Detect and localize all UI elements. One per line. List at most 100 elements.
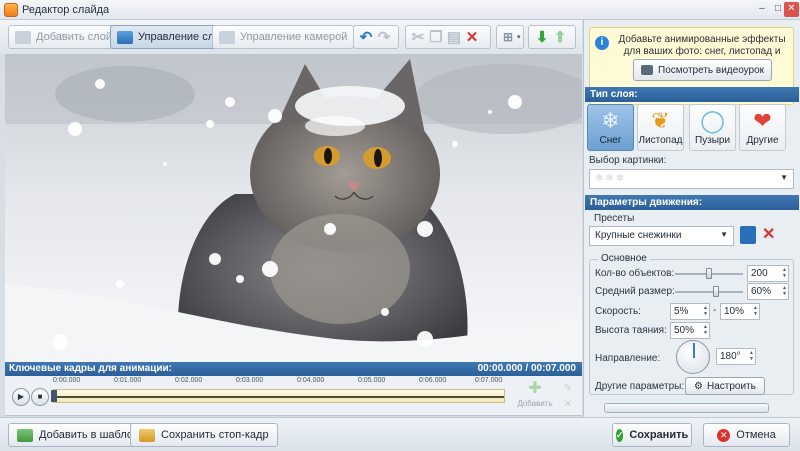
- basic-settings-group: Основное Кол-во объектов: 200 ▲ ▼ Средний…: [589, 253, 794, 395]
- play-icon[interactable]: ▶: [12, 388, 30, 406]
- cut-icon[interactable]: ✂: [409, 26, 427, 48]
- keyframe-track[interactable]: [51, 389, 505, 403]
- save-preset-icon[interactable]: [740, 226, 756, 244]
- preset-value: Крупные снежинки: [595, 230, 682, 241]
- picture-select[interactable]: ❄❄❄ ▼: [589, 169, 794, 189]
- speed-label: Скорость:: [595, 306, 641, 317]
- spinner-arrows-icon[interactable]: ▲ ▼: [782, 285, 787, 297]
- spinner-arrows-icon[interactable]: ▲ ▼: [703, 305, 708, 317]
- stop-icon[interactable]: ■: [31, 388, 49, 406]
- count-label: Кол-во объектов:: [595, 268, 675, 279]
- preset-select[interactable]: Крупные снежинки ▼: [589, 226, 734, 246]
- cancel-label: Отмена: [736, 429, 776, 441]
- tick-label: 0:03.000: [236, 377, 264, 384]
- size-value: 60%: [751, 286, 772, 297]
- tick-label: 0:00.000: [53, 377, 81, 384]
- tick-label: 0:02.000: [175, 377, 203, 384]
- snowflake-preview-icon: ❄❄❄: [595, 173, 627, 184]
- spinner-arrows-icon[interactable]: ▲ ▼: [703, 324, 708, 336]
- edit-keyframe-icon[interactable]: ✎: [561, 383, 575, 396]
- close-window-button[interactable]: ✕: [784, 2, 799, 17]
- tab-camera[interactable]: Управление камерой: [212, 25, 355, 49]
- save-frame-icon: [139, 428, 155, 442]
- layer-type-label: Листопад: [638, 135, 683, 146]
- paste-icon[interactable]: ▤: [445, 26, 463, 48]
- panel-scroll-handle[interactable]: [604, 403, 769, 413]
- speed-max-field[interactable]: 10% ▲ ▼: [720, 303, 760, 320]
- add-keyframe-button[interactable]: ✚ Добавить: [517, 379, 553, 413]
- add-template-icon: [17, 428, 33, 442]
- chevron-down-icon[interactable]: ▾: [517, 33, 521, 41]
- count-value: 200: [751, 268, 768, 279]
- direction-value: 180°: [720, 351, 741, 362]
- speed-max-value: 10%: [724, 306, 745, 317]
- save-frame-button[interactable]: Сохранить стоп-кадр: [130, 423, 278, 447]
- tick-label: 0:04.000: [297, 377, 325, 384]
- timeline-time: 00:00.000 / 00:07.000: [477, 363, 576, 374]
- size-slider[interactable]: [675, 286, 743, 297]
- copy-icon[interactable]: ❐: [427, 26, 445, 48]
- title-bar: Редактор слайда – □ ✕: [0, 0, 800, 20]
- spinner-arrows-icon[interactable]: ▲ ▼: [782, 267, 787, 279]
- layer-type-bubbles[interactable]: ◯ Пузыри: [689, 104, 736, 151]
- save-button[interactable]: ✓ Сохранить: [612, 423, 692, 447]
- spinner-arrows-icon[interactable]: ▲ ▼: [753, 305, 758, 317]
- layer-type-label: Пузыри: [694, 135, 731, 146]
- layer-type-label: Снег: [599, 135, 622, 146]
- delete-icon[interactable]: ✕: [463, 26, 481, 48]
- count-slider-thumb[interactable]: [706, 268, 712, 279]
- size-label: Средний размер:: [595, 286, 675, 297]
- tick-label: 0:07.000: [475, 377, 503, 384]
- direction-field[interactable]: 180° ▲ ▼: [716, 348, 756, 365]
- move-up-icon[interactable]: ⬆: [551, 26, 569, 48]
- speed-min-field[interactable]: 5% ▲ ▼: [670, 303, 710, 320]
- layer-type-snow[interactable]: ❄ Снег: [587, 104, 634, 151]
- plus-icon: ✚: [528, 380, 542, 397]
- minimize-button[interactable]: –: [754, 2, 770, 17]
- cat-photo: [5, 54, 582, 362]
- save-frame-label: Сохранить стоп-кадр: [161, 429, 269, 441]
- speed-min-value: 5%: [674, 306, 689, 317]
- layers-icon: [117, 30, 133, 44]
- save-label: Сохранить: [629, 429, 689, 441]
- camera-icon: [219, 30, 235, 44]
- count-slider[interactable]: [675, 268, 743, 279]
- window-title: Редактор слайда: [22, 4, 110, 16]
- count-field[interactable]: 200 ▲ ▼: [747, 265, 789, 282]
- redo-icon[interactable]: ↷: [375, 26, 393, 48]
- size-field[interactable]: 60% ▲ ▼: [747, 283, 789, 300]
- direction-dial[interactable]: [676, 340, 710, 374]
- delete-preset-icon[interactable]: ✕: [762, 224, 775, 244]
- spinner-arrows-icon[interactable]: ▲ ▼: [749, 350, 754, 362]
- configure-label: Настроить: [706, 380, 756, 392]
- layer-type-label: Другие: [746, 135, 779, 146]
- melt-field[interactable]: 50% ▲ ▼: [670, 322, 710, 339]
- snowflake-icon: ❄: [601, 108, 620, 133]
- chevron-down-icon: ▼: [780, 173, 788, 182]
- configure-button[interactable]: ⚙ Настроить: [685, 377, 765, 395]
- size-slider-thumb[interactable]: [712, 286, 719, 297]
- timeline-title: Ключевые кадры для анимации:: [9, 363, 173, 374]
- undo-icon[interactable]: ↶: [357, 26, 375, 48]
- undo-redo-group: ↶ ↷: [353, 25, 399, 49]
- tick-label: 0:01.000: [114, 377, 142, 384]
- move-down-icon[interactable]: ⬇: [533, 26, 551, 48]
- bubble-icon: ◯: [700, 108, 725, 133]
- playhead[interactable]: [51, 390, 57, 402]
- watch-video-label: Посмотреть видеоурок: [658, 64, 765, 76]
- checkmark-icon: ✓: [615, 428, 624, 442]
- watch-video-button[interactable]: Посмотреть видеоурок: [633, 59, 773, 81]
- edit-group: ✂ ❐ ▤ ✕: [405, 25, 491, 49]
- picture-label: Выбор картинки:: [589, 155, 667, 166]
- arrange-icon[interactable]: ⊞: [499, 26, 517, 48]
- cancel-button[interactable]: ✕ Отмена: [703, 423, 790, 447]
- layer-type-leaves[interactable]: ❦ Листопад: [637, 104, 684, 151]
- slide-canvas[interactable]: [5, 54, 582, 362]
- star-heart-icon: ❤: [753, 108, 772, 133]
- add-layer-button[interactable]: Добавить слой: [8, 25, 119, 49]
- info-icon: i: [595, 36, 609, 50]
- layer-type-other[interactable]: ❤ Другие: [739, 104, 786, 151]
- delete-keyframe-icon[interactable]: ✕: [561, 399, 575, 412]
- chevron-down-icon: ▼: [720, 230, 728, 239]
- video-icon: [641, 65, 653, 75]
